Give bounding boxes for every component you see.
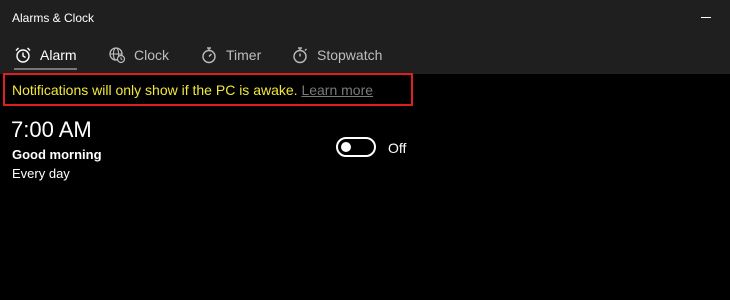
window-title: Alarms & Clock	[12, 11, 95, 25]
tab-clock[interactable]: Clock	[108, 36, 169, 74]
alarm-time[interactable]: 7:00 AM	[11, 117, 92, 143]
toggle-knob	[341, 142, 351, 152]
notice-message: Notifications will only show if the PC i…	[12, 82, 298, 98]
timer-icon	[200, 46, 218, 64]
title-bar: Alarms & Clock	[0, 0, 730, 36]
tab-stopwatch[interactable]: Stopwatch	[291, 36, 382, 74]
tab-bar: Alarm Clock Timer Stopwatch	[0, 36, 730, 74]
world-clock-icon	[108, 46, 126, 64]
app-window: Alarms & Clock Alarm Clock Timer Stopwat…	[0, 0, 730, 300]
minimize-icon	[701, 17, 711, 18]
learn-more-link[interactable]: Learn more	[301, 82, 373, 98]
alarm-repeat: Every day	[12, 166, 70, 181]
alarm-icon	[14, 46, 32, 64]
toggle-state-label: Off	[388, 140, 407, 156]
tab-alarm[interactable]: Alarm	[14, 36, 77, 74]
tab-clock-label: Clock	[134, 47, 170, 63]
tab-stopwatch-label: Stopwatch	[317, 47, 383, 63]
tab-alarm-label: Alarm	[40, 47, 77, 63]
tab-timer[interactable]: Timer	[200, 36, 261, 74]
notification-notice: Notifications will only show if the PC i…	[12, 82, 373, 98]
alarm-toggle[interactable]	[336, 137, 376, 157]
alarm-name: Good morning	[12, 147, 102, 162]
stopwatch-icon	[291, 46, 309, 64]
minimize-button[interactable]	[684, 0, 730, 36]
tab-timer-label: Timer	[226, 47, 262, 63]
